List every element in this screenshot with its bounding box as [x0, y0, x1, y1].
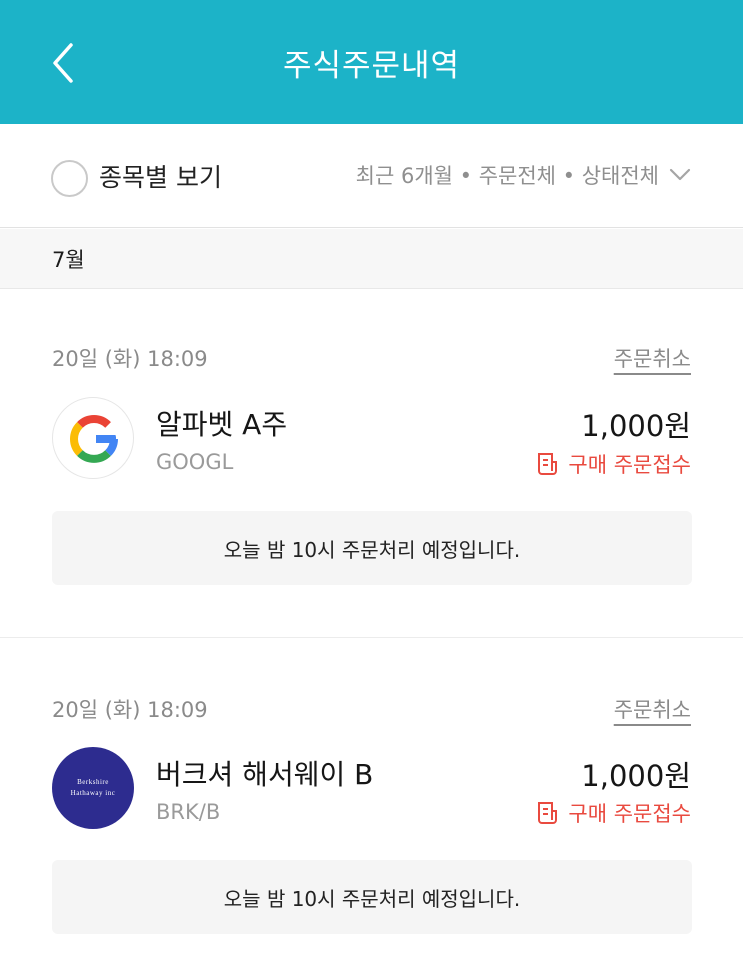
order-status-text: 구매 주문접수 [568, 453, 691, 477]
stock-ticker: BRK/B [156, 800, 221, 824]
month-section-header [0, 229, 743, 289]
month-label: 7월 [52, 248, 85, 272]
stock-name: 버크셔 해서웨이 B [156, 758, 374, 791]
stock-name: 알파벳 A주 [156, 408, 288, 441]
svg-text:Hathaway inc: Hathaway inc [71, 789, 116, 797]
group-by-stock-radio[interactable] [51, 160, 88, 197]
order-notice: 오늘 밤 10시 주문처리 예정입니다. [52, 511, 692, 585]
order-status: 구매 주문접수 [536, 449, 691, 479]
top-app-bar: 주식주문내역 [0, 0, 743, 124]
order-status-text: 구매 주문접수 [568, 802, 691, 826]
order-datetime: 20일 (화) 18:09 [52, 698, 208, 722]
order-notice: 오늘 밤 10시 주문처리 예정입니다. [52, 860, 692, 934]
cancel-order-link[interactable]: 주문취소 [614, 343, 691, 373]
page-title: 주식주문내역 [282, 48, 461, 84]
filter-dropdown[interactable]: 최근 6개월 • 주문전체 • 상태전체 [356, 160, 691, 190]
receipt-icon [538, 453, 558, 475]
receipt-icon [538, 802, 558, 824]
berkshire-hathaway-logo: Berkshire Hathaway inc [52, 747, 134, 829]
order-status: 구매 주문접수 [536, 798, 691, 828]
google-logo [52, 397, 134, 479]
order-amount: 1,000원 [581, 759, 691, 793]
svg-text:Berkshire: Berkshire [77, 778, 109, 786]
order-divider [0, 637, 743, 638]
cancel-order-link[interactable]: 주문취소 [614, 694, 691, 724]
group-by-stock-label[interactable]: 종목별 보기 [99, 158, 222, 194]
filter-summary-text: 최근 6개월 • 주문전체 • 상태전체 [355, 164, 659, 188]
stock-ticker: GOOGL [156, 450, 234, 474]
chevron-down-icon [669, 168, 691, 181]
order-datetime: 20일 (화) 18:09 [52, 347, 208, 371]
order-amount: 1,000원 [581, 409, 691, 443]
